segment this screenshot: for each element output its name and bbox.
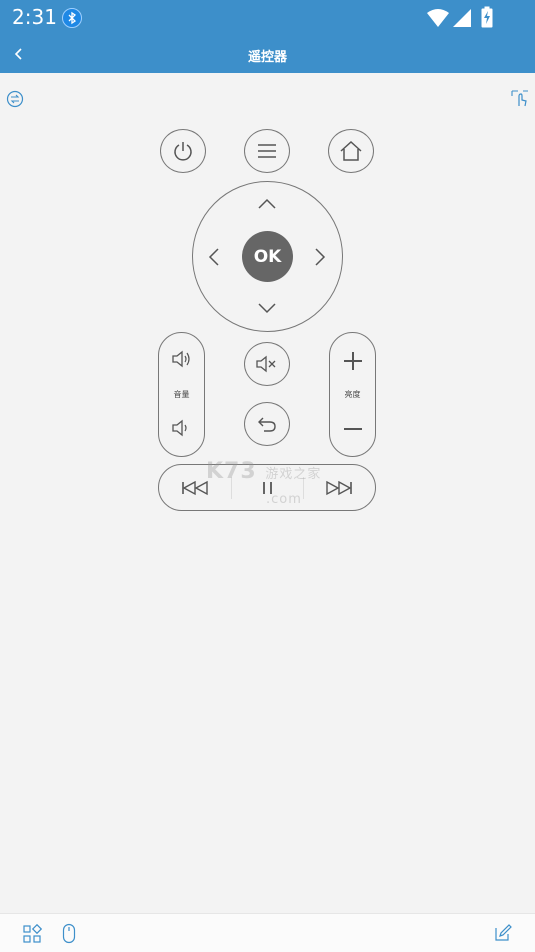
switch-device-icon[interactable] bbox=[6, 90, 24, 108]
watermark-main: K73 bbox=[206, 459, 257, 484]
brightness-control: 亮度 bbox=[329, 332, 376, 457]
home-icon bbox=[340, 140, 362, 161]
minus-icon[interactable] bbox=[342, 418, 364, 440]
previous-icon[interactable] bbox=[181, 479, 209, 497]
battery-charging-icon bbox=[481, 6, 493, 28]
volume-control: 音量 bbox=[158, 332, 205, 457]
bottom-bar bbox=[0, 913, 535, 952]
volume-up-icon[interactable] bbox=[171, 349, 193, 369]
left-arrow-icon[interactable] bbox=[206, 245, 222, 269]
edit-icon[interactable] bbox=[494, 924, 512, 942]
watermark-sub: 游戏之家 bbox=[265, 467, 322, 482]
down-arrow-icon[interactable] bbox=[255, 300, 279, 316]
watermark: K73 游戏之家 .com bbox=[206, 459, 321, 509]
ok-button[interactable]: OK bbox=[242, 231, 293, 282]
wifi-icon bbox=[427, 9, 449, 27]
power-icon bbox=[174, 142, 192, 161]
volume-down-icon[interactable] bbox=[171, 418, 193, 438]
mute-button[interactable] bbox=[244, 342, 290, 386]
watermark-domain: .com bbox=[266, 492, 302, 507]
status-bar: 2:31 bbox=[0, 0, 535, 36]
mute-icon bbox=[256, 355, 276, 373]
up-arrow-icon[interactable] bbox=[255, 196, 279, 212]
right-arrow-icon[interactable] bbox=[312, 245, 328, 269]
return-button[interactable] bbox=[244, 402, 290, 446]
brightness-label: 亮度 bbox=[344, 390, 361, 399]
apps-grid-icon[interactable] bbox=[22, 924, 42, 944]
next-icon[interactable] bbox=[325, 479, 353, 497]
status-time: 2:31 bbox=[12, 5, 57, 29]
signal-icon bbox=[453, 9, 471, 27]
page-title: 遥控器 bbox=[247, 50, 287, 65]
app-bar: 遥控器 bbox=[0, 36, 535, 73]
menu-icon bbox=[258, 144, 276, 158]
home-button[interactable] bbox=[328, 129, 374, 173]
mouse-icon[interactable] bbox=[62, 923, 76, 945]
return-icon bbox=[258, 417, 276, 432]
bluetooth-icon bbox=[62, 8, 82, 28]
volume-label: 音量 bbox=[173, 390, 190, 399]
menu-button[interactable] bbox=[244, 129, 290, 173]
power-button[interactable] bbox=[160, 129, 206, 173]
plus-icon[interactable] bbox=[342, 350, 364, 372]
touch-mode-icon[interactable] bbox=[510, 88, 530, 108]
